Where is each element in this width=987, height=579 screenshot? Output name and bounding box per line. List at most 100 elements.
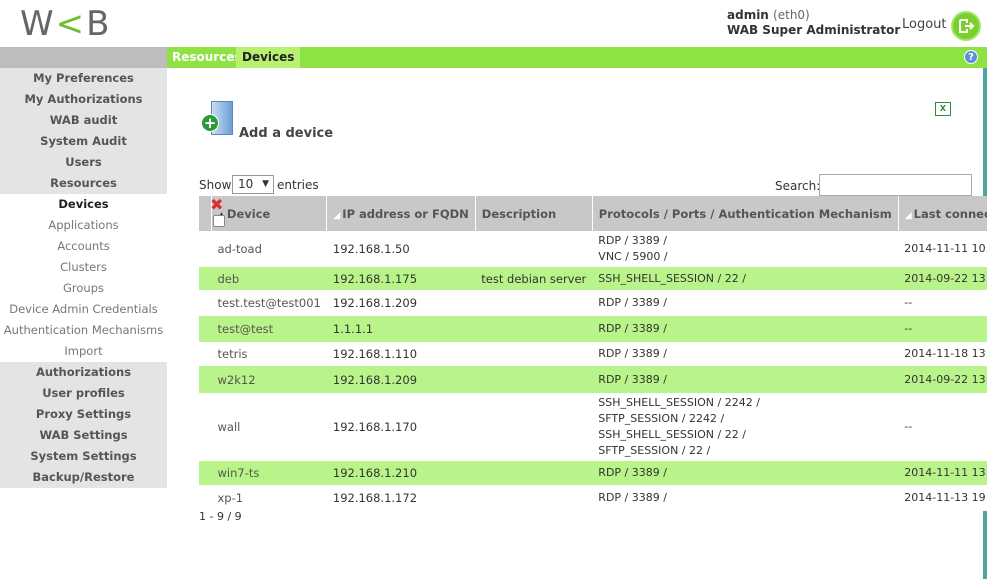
column-protocols[interactable]: Protocols / Ports / Authentication Mecha… [592, 196, 899, 231]
cell-last-connection: 2014-11-13 19:59:22 [898, 485, 987, 511]
cell-protocols: RDP / 3389 / [592, 485, 899, 511]
cell-device[interactable]: test.test@test001 [211, 290, 327, 316]
add-device-link[interactable]: Add a device [239, 126, 333, 141]
sidebar-item-system-audit[interactable]: System Audit [0, 131, 167, 152]
column-ip-label: IP address or FQDN [342, 206, 469, 221]
sidebar-item-accounts[interactable]: Accounts [0, 236, 167, 257]
sidebar-item-devices[interactable]: Devices [0, 194, 167, 215]
logout-button[interactable] [951, 11, 981, 41]
logo-accent: < [55, 4, 87, 44]
sidebar-item-authentication-mechanisms[interactable]: Authentication Mechanisms [0, 320, 167, 341]
cell-description [475, 290, 593, 316]
cell-ip: 192.168.1.172 [326, 485, 476, 511]
sort-icon: ◢ [333, 210, 341, 221]
sidebar-item-user-profiles[interactable]: User profiles [0, 383, 167, 404]
excel-export-icon[interactable]: X [935, 102, 951, 116]
sidebar-item-authorizations[interactable]: Authorizations [0, 362, 167, 383]
table-row[interactable]: wall 192.168.1.170 SSH_SHELL_SESSION / 224… [199, 393, 987, 461]
cell-device[interactable]: w2k12 [211, 366, 327, 393]
table-row[interactable]: test@test 1.1.1.1 RDP / 3389 / -- [199, 316, 987, 342]
cell-ip: 192.168.1.110 [326, 342, 476, 366]
logo-letter-b: B [86, 4, 112, 44]
select-all-checkbox[interactable] [213, 215, 225, 227]
protocol-entry: SSH_SHELL_SESSION / 2242 / [598, 396, 760, 409]
cell-last-connection: 2014-11-18 13:10:53 [898, 342, 987, 366]
cell-device[interactable]: deb [211, 267, 327, 290]
sidebar-item-backup-restore[interactable]: Backup/Restore [0, 467, 167, 488]
column-description[interactable]: Description [475, 196, 593, 231]
delete-icon[interactable]: ✖ [210, 197, 223, 213]
protocol-entry: SFTP_SESSION / 22 / [598, 444, 711, 457]
page-size-select[interactable]: 10 ▼ [232, 175, 274, 194]
table-row[interactable]: w2k12 192.168.1.209 RDP / 3389 / 2014-09-22… [199, 366, 987, 393]
column-device-label: Device [226, 206, 271, 221]
row-select-cell [199, 267, 212, 290]
sidebar-item-resources[interactable]: Resources [0, 173, 167, 194]
cell-description [475, 366, 593, 393]
sidebar-item-groups[interactable]: Groups [0, 278, 167, 299]
table-row[interactable]: tetris 192.168.1.110 RDP / 3389 / 2014-11-1… [199, 342, 987, 366]
table-row[interactable]: xp-1 192.168.1.172 RDP / 3389 / 2014-11-13 … [199, 485, 987, 511]
breadcrumb-resources[interactable]: Resources [172, 50, 242, 64]
cell-protocols: SSH_SHELL_SESSION / 2242 / SFTP_SESSION /… [592, 393, 899, 461]
cell-ip: 192.168.1.175 [326, 267, 476, 290]
sidebar-item-my-authorizations[interactable]: My Authorizations [0, 89, 167, 110]
column-ip[interactable]: ◢ IP address or FQDN [326, 196, 476, 231]
sidebar-item-system-settings[interactable]: System Settings [0, 446, 167, 467]
user-info: admin (eth0) WAB Super Administrator [727, 8, 900, 38]
column-last-connection-label: Last connection [913, 206, 987, 221]
cell-description [475, 231, 593, 267]
protocol-entry: RDP / 3389 / [598, 296, 667, 309]
sidebar-item-users[interactable]: Users [0, 152, 167, 173]
help-icon[interactable]: ? [964, 50, 978, 64]
cell-device[interactable]: tetris [211, 342, 327, 366]
column-protocols-label: Protocols / Ports / Authentication Mecha… [598, 206, 892, 221]
sidebar-item-device-admin-credentials[interactable]: Device Admin Credentials [0, 299, 167, 320]
protocol-entry: SSH_SHELL_SESSION / 22 / [598, 428, 746, 441]
username: admin [727, 8, 769, 22]
protocol-entry: RDP / 3389 / [598, 466, 667, 479]
sort-icon: ◢ [904, 210, 912, 221]
logo-letter-w: W [20, 4, 56, 44]
row-select-cell [199, 316, 212, 342]
sidebar-item-clusters[interactable]: Clusters [0, 257, 167, 278]
cell-protocols: RDP / 3389 / VNC / 5900 / [592, 231, 899, 267]
table-row[interactable]: win7-ts 192.168.1.210 RDP / 3389 / 2014-11-… [199, 461, 987, 485]
cell-ip: 192.168.1.170 [326, 393, 476, 461]
page-size-value: 10 [238, 177, 254, 191]
cell-device[interactable]: win7-ts [211, 461, 327, 485]
cell-protocols: RDP / 3389 / [592, 366, 899, 393]
cell-last-connection: 2014-09-22 13:46:28 [898, 267, 987, 290]
cell-device[interactable]: ad-toad [211, 231, 327, 267]
pagination-info: 1 - 9 / 9 [199, 510, 242, 523]
cell-description [475, 342, 593, 366]
logout-icon [959, 19, 975, 33]
column-device[interactable]: ▲Device [211, 196, 328, 231]
cell-description [475, 461, 593, 485]
search-input[interactable] [819, 174, 972, 196]
table-row[interactable]: deb 192.168.1.175 test debian server SSH_SH… [199, 267, 987, 290]
logout-link[interactable]: Logout [902, 17, 947, 32]
sidebar-item-proxy-settings[interactable]: Proxy Settings [0, 404, 167, 425]
sidebar-item-import[interactable]: Import [0, 341, 167, 362]
cell-device[interactable]: wall [211, 393, 327, 461]
cell-device[interactable]: xp-1 [211, 485, 327, 511]
search-label: Search: [775, 179, 821, 193]
breadcrumb: Resources Devices ? [0, 47, 987, 68]
cell-ip: 1.1.1.1 [326, 316, 476, 342]
column-last-connection[interactable]: ◢Last connection [898, 196, 987, 231]
row-select-cell [199, 366, 212, 393]
table-row[interactable]: test.test@test001 192.168.1.209 RDP / 3389… [199, 290, 987, 316]
sidebar-item-wab-audit[interactable]: WAB audit [0, 110, 167, 131]
cell-ip: 192.168.1.209 [326, 366, 476, 393]
sidebar-item-wab-settings[interactable]: WAB Settings [0, 425, 167, 446]
wab-logo[interactable]: W<B [20, 4, 111, 44]
cell-description [475, 393, 593, 461]
protocol-entry: RDP / 3389 / [598, 491, 667, 504]
cell-protocols: SSH_SHELL_SESSION / 22 / [592, 267, 899, 290]
table-row[interactable]: ad-toad 192.168.1.50 RDP / 3389 / VNC / 590… [199, 231, 987, 267]
sidebar-item-applications[interactable]: Applications [0, 215, 167, 236]
cell-device[interactable]: test@test [211, 316, 327, 342]
sidebar-item-my-preferences[interactable]: My Preferences [0, 68, 167, 89]
row-select-cell [199, 290, 212, 316]
